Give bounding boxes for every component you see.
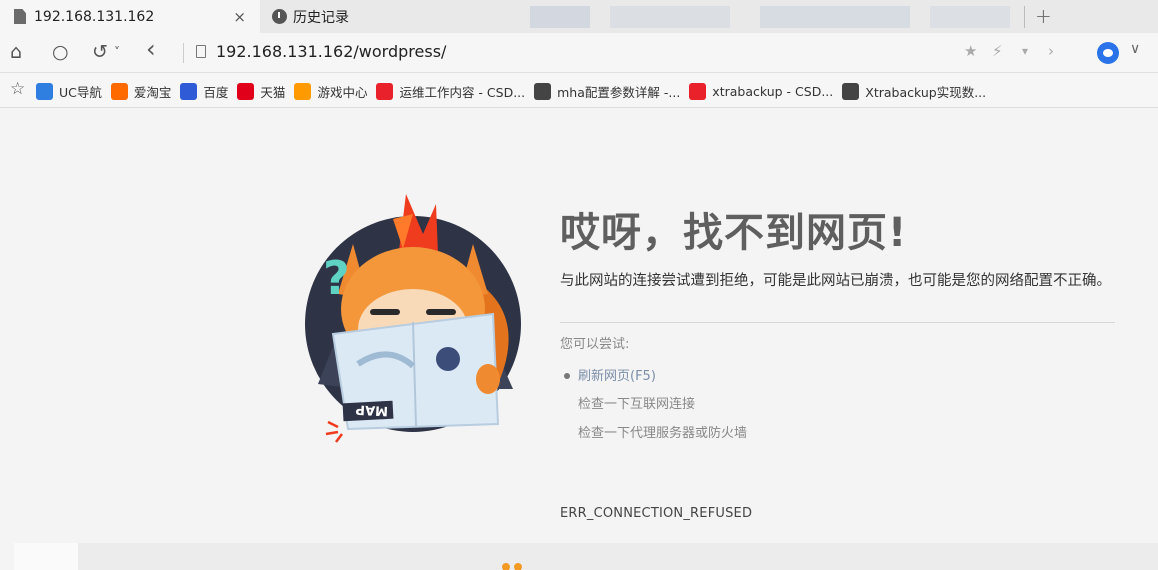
bookmark-label: UC导航 <box>59 84 102 100</box>
tab-title: 历史记录 <box>293 9 349 26</box>
tab-history[interactable]: 历史记录 <box>262 0 492 33</box>
map-label: MAP <box>355 401 388 418</box>
divider <box>1024 6 1025 28</box>
game-center-icon <box>294 82 312 100</box>
chevron-down-icon[interactable]: ∨ <box>1130 41 1140 57</box>
bookmark-item[interactable]: 运维工作内容 - CSD... <box>376 82 525 101</box>
bookmark-item[interactable]: xtrabackup - CSD... <box>689 82 834 100</box>
csdn-icon <box>689 82 707 100</box>
blurred-tab[interactable] <box>530 6 590 28</box>
bookmark-label: xtrabackup - CSD... <box>712 83 834 99</box>
blurred-tab[interactable] <box>610 6 730 28</box>
bookmark-star-icon[interactable]: ★ <box>964 42 977 60</box>
tab-title: 192.168.131.162 <box>34 8 155 25</box>
bottom-panel <box>14 543 78 570</box>
error-page: ? MAP 哎呀，找不到网页! 与此网站的连接尝试遭到拒绝，可能是此网站已崩溃，… <box>0 109 1158 570</box>
bookmark-label: 运维工作内容 - CSD... <box>399 84 526 100</box>
bookmark-list: UC导航 爱淘宝 百度 天猫 游戏中心 运维工作内容 - CSD... mha配置参数详解 … <box>36 74 995 108</box>
tab-bar: 192.168.131.162 × 历史记录 + <box>0 0 1158 33</box>
bookmark-label: Xtrabackup实现数... <box>865 84 987 100</box>
squirrel-mascot-illustration: ? MAP <box>305 194 521 443</box>
home-icon[interactable]: ⌂ <box>10 41 22 63</box>
dropdown-icon[interactable]: ▾ <box>1022 44 1028 58</box>
try-label: 您可以尝试: <box>560 337 630 352</box>
back-icon[interactable]: ‹ <box>146 35 156 63</box>
page-icon <box>14 9 26 24</box>
page-icon <box>196 45 206 58</box>
taobao-icon <box>110 82 128 100</box>
bookmark-item[interactable]: 游戏中心 <box>294 82 367 101</box>
blog-icon <box>842 82 860 100</box>
csdn-icon <box>376 82 394 100</box>
address-bar: ⌂ ○ ↺ ˅ ‹ 192.168.131.162/wordpress/ ★ ⚡… <box>0 33 1158 73</box>
question-mark: ? <box>323 251 350 305</box>
undo-menu-icon[interactable]: ˅ <box>114 45 120 59</box>
bookmark-item[interactable]: 百度 <box>180 82 228 101</box>
bullet-icon <box>564 373 570 379</box>
clock-icon <box>272 9 287 24</box>
error-code: ERR_CONNECTION_REFUSED <box>560 506 753 521</box>
bookmark-item[interactable]: 天猫 <box>237 82 285 101</box>
error-title: 哎呀，找不到网页! <box>560 210 908 256</box>
bookmark-label: 百度 <box>203 84 229 100</box>
bookmark-item[interactable]: UC导航 <box>36 82 102 101</box>
bottom-strip <box>78 543 1158 570</box>
star-icon[interactable]: ☆ <box>10 79 25 99</box>
suggestion-check-proxy: 检查一下代理服务器或防火墙 <box>578 426 748 441</box>
reload-icon[interactable]: ○ <box>52 41 69 63</box>
baidu-icon <box>180 82 198 100</box>
lightning-icon[interactable]: ⚡ <box>992 42 1003 60</box>
url-field[interactable]: 192.168.131.162/wordpress/ <box>196 42 446 61</box>
undo-icon[interactable]: ↺ <box>92 41 108 63</box>
divider <box>560 322 1115 323</box>
bookmark-label: 爱淘宝 <box>133 84 172 100</box>
new-tab-button[interactable]: + <box>1035 4 1052 28</box>
bookmark-label: mha配置参数详解 -... <box>557 84 681 100</box>
bookmark-item[interactable]: Xtrabackup实现数... <box>842 82 986 101</box>
refresh-link[interactable]: 刷新网页(F5) <box>578 365 656 384</box>
decoration-dot <box>502 563 510 570</box>
suggestion-check-internet: 检查一下互联网连接 <box>578 397 696 412</box>
url-text: 192.168.131.162/wordpress/ <box>216 42 447 61</box>
bookmark-label: 游戏中心 <box>317 84 368 100</box>
close-icon[interactable]: × <box>233 8 246 26</box>
bookmark-item[interactable]: 爱淘宝 <box>110 82 172 101</box>
blurred-tab[interactable] <box>760 6 910 28</box>
bookmarks-bar: ☆ UC导航 爱淘宝 百度 天猫 游戏中心 运维工作内容 - CSD... mha配置参数详… <box>0 74 1158 108</box>
uc-nav-icon <box>36 82 53 100</box>
blurred-tab[interactable] <box>930 6 1010 28</box>
divider <box>183 43 184 63</box>
decoration-dot <box>514 563 522 570</box>
blog-icon <box>534 82 552 100</box>
forward-icon[interactable]: › <box>1048 42 1054 60</box>
bookmark-label: 天猫 <box>260 84 286 100</box>
tab-active[interactable]: 192.168.131.162 × <box>0 0 260 33</box>
tmall-icon <box>237 82 255 100</box>
bookmark-item[interactable]: mha配置参数详解 -... <box>534 82 680 101</box>
error-description: 与此网站的连接尝试遭到拒绝，可能是此网站已崩溃，也可能是您的网络配置不正确。 <box>560 273 1111 289</box>
baidu-paw-icon[interactable] <box>1097 42 1119 64</box>
